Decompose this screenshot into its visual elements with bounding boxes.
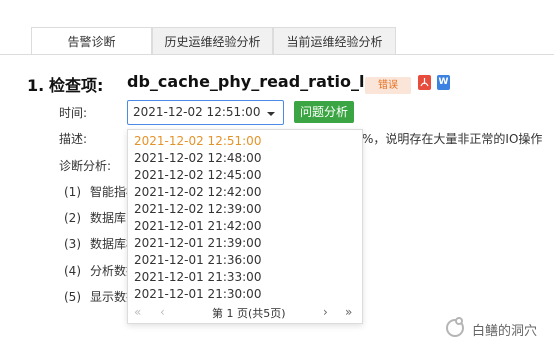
dropdown-option[interactable]: 2021-12-01 21:30:00 <box>134 287 261 301</box>
word-icon[interactable]: W <box>437 75 450 90</box>
tab-bar: 告警诊断 历史运维经验分析 当前运维经验分析 <box>0 0 554 57</box>
tab-divider <box>0 54 554 55</box>
section-number: 1. <box>27 76 45 95</box>
watermark-text: 白鳝的洞穴 <box>472 324 538 339</box>
step-number: (3) <box>64 237 81 251</box>
next-page-icon[interactable]: › <box>323 305 328 319</box>
dropdown-option[interactable]: 2021-12-02 12:39:00 <box>134 202 261 216</box>
diagnosis-label: 诊断分析: <box>59 159 112 173</box>
page-indicator: 第 1 页(共5页) <box>212 307 286 320</box>
time-select[interactable]: 2021-12-02 12:51:00 <box>127 100 284 125</box>
dropdown-option[interactable]: 2021-12-02 12:48:00 <box>134 151 261 165</box>
dropdown-option[interactable]: 2021-12-01 21:33:00 <box>134 270 261 284</box>
dropdown-option[interactable]: 2021-12-01 21:39:00 <box>134 236 261 250</box>
step-number: (2) <box>64 211 81 225</box>
wechat-logo-icon <box>446 317 464 337</box>
dropdown-option[interactable]: 2021-12-01 21:42:00 <box>134 219 261 233</box>
tab-history-ops-analysis[interactable]: 历史运维经验分析 <box>152 27 273 55</box>
chevron-down-icon <box>267 112 275 116</box>
dropdown-option[interactable]: 2021-12-02 12:45:00 <box>134 168 261 182</box>
time-label: 时间: <box>59 106 88 120</box>
section-heading: 1. 检查项: <box>27 72 103 96</box>
section-label: 检查项: <box>49 76 104 95</box>
description-text: %，说明存在大量非正常的IO操作 <box>362 132 543 146</box>
tab-alert-diagnosis[interactable]: 告警诊断 <box>31 27 152 55</box>
dropdown-pager: « ‹ 第 1 页(共5页) › » <box>128 301 362 323</box>
pdf-icon[interactable] <box>418 75 431 90</box>
tab-current-ops-analysis[interactable]: 当前运维经验分析 <box>273 27 396 55</box>
step-number: (1) <box>64 185 81 199</box>
description-label: 描述: <box>59 132 88 146</box>
metric-name: db_cache_phy_read_ratio_low <box>127 72 391 91</box>
status-badge: 错误 <box>365 77 411 94</box>
problem-analysis-button[interactable]: 问题分析 <box>294 101 354 123</box>
step-number: (4) <box>64 264 81 278</box>
dropdown-option[interactable]: 2021-12-02 12:42:00 <box>134 185 261 199</box>
time-select-value: 2021-12-02 12:51:00 <box>133 105 261 119</box>
time-dropdown-list: 2021-12-02 12:51:00 2021-12-02 12:48:00 … <box>127 129 363 324</box>
step-number: (5) <box>64 290 81 304</box>
dropdown-option-selected[interactable]: 2021-12-02 12:51:00 <box>134 134 261 148</box>
first-page-icon[interactable]: « <box>134 305 141 319</box>
prev-page-icon[interactable]: ‹ <box>160 305 165 319</box>
pdf-glyph-icon <box>420 78 429 87</box>
last-page-icon[interactable]: » <box>345 305 352 319</box>
dropdown-option[interactable]: 2021-12-01 21:36:00 <box>134 253 261 267</box>
